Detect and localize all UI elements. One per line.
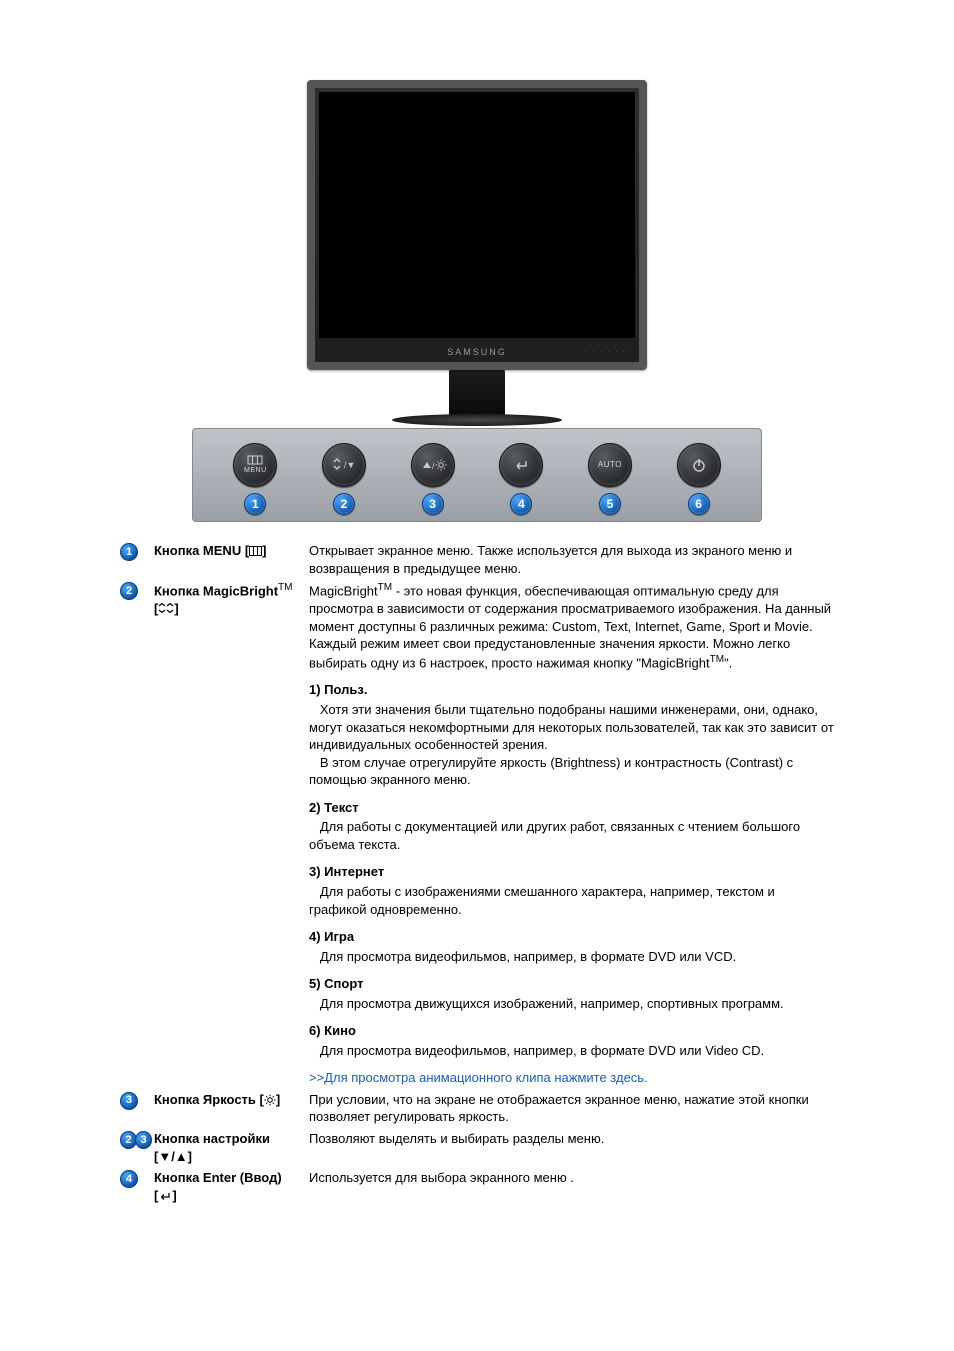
panel-num-1: 1 <box>244 493 266 515</box>
mode-1-title: 1) Польз. <box>309 681 834 699</box>
monitor-indicators: · · · · · · <box>585 348 627 356</box>
mode-5-body: Для просмотра движущихся изображений, на… <box>320 996 784 1011</box>
label-bright-text: Кнопка Яркость [ <box>154 1092 264 1107</box>
mode-3: 3) Интернет Для работы с изображениями с… <box>309 863 834 918</box>
desc-enter: Используется для выбора экранного меню . <box>309 1169 834 1187</box>
label-enter-text: Кнопка Enter (Ввод) <box>154 1170 282 1185</box>
menu-button-label: MENU <box>244 466 267 475</box>
animation-link[interactable]: >>Для просмотра анимационного клипа нажм… <box>309 1069 834 1087</box>
mb-down-button-icon: /▼ <box>322 443 366 487</box>
badge-3b: 3 <box>135 1131 152 1149</box>
label-menu-suffix: ] <box>262 543 266 558</box>
desc-menu: Открывает экранное меню. Также используе… <box>309 542 834 577</box>
desc-mb-1: MagicBright <box>309 583 378 598</box>
label-menu-text: Кнопка MENU [ <box>154 543 249 558</box>
tm-3: TM <box>710 654 724 665</box>
panel-num-3: 3 <box>422 493 444 515</box>
badge-1: 1 <box>120 543 138 561</box>
menu-button-icon: MENU <box>233 443 277 487</box>
panel-btn-up-bright: / 3 <box>403 443 463 515</box>
mode-1-body1-t: Хотя эти значения были тщательно подобра… <box>309 702 834 752</box>
row-menu: 1 Кнопка MENU [] Открывает экранное меню… <box>120 542 834 577</box>
panel-btn-power: 6 <box>669 443 729 515</box>
label-adjust-bracket: [▼/▲] <box>154 1149 192 1164</box>
mode-3-body: Для работы с изображениями смешанного ха… <box>309 884 775 917</box>
mode-4: 4) Игра Для просмотра видеофильмов, напр… <box>309 928 834 965</box>
mode-6-body: Для просмотра видеофильмов, например, в … <box>320 1043 764 1058</box>
mode-2-body: Для работы с документацией или других ра… <box>309 819 800 852</box>
panel-num-4: 4 <box>510 493 532 515</box>
mode-6-title: 6) Кино <box>309 1022 834 1040</box>
svg-text:/▼: /▼ <box>344 460 355 470</box>
label-enter-close: ] <box>172 1188 176 1203</box>
power-button-icon <box>677 443 721 487</box>
mode-2-title: 2) Текст <box>309 799 834 817</box>
mode-5-title: 5) Спорт <box>309 975 834 993</box>
panel-num-2: 2 <box>333 493 355 515</box>
panel-btn-menu: MENU 1 <box>225 443 285 515</box>
mode-4-body: Для просмотра видеофильмов, например, в … <box>320 949 736 964</box>
desc-brightness: При условии, что на экране не отображает… <box>309 1091 834 1126</box>
monitor-screen <box>319 92 635 338</box>
up-bright-button-icon: / <box>411 443 455 487</box>
label-adjust-text: Кнопка настройки <box>154 1131 270 1146</box>
panel-btn-enter: 4 <box>491 443 551 515</box>
label-brightness: Кнопка Яркость [] <box>154 1091 309 1109</box>
label-bright-suffix: ] <box>276 1092 280 1107</box>
label-mb-bracket-close: ] <box>174 601 178 616</box>
mode-4-title: 4) Игра <box>309 928 834 946</box>
desc-adjust: Позволяют выделять и выбирать разделы ме… <box>309 1130 834 1148</box>
mode-1-body2-t: В этом случае отрегулируйте яркость (Bri… <box>309 755 793 788</box>
auto-button-icon: AUTO <box>588 443 632 487</box>
enter-button-icon <box>499 443 543 487</box>
panel-btn-auto: AUTO 5 <box>580 443 640 515</box>
brightness-icon <box>264 1094 276 1106</box>
panel-num-6: 6 <box>688 493 710 515</box>
row-brightness: 3 Кнопка Яркость [] При условии, что на … <box>120 1091 834 1126</box>
badge-4: 4 <box>120 1170 138 1188</box>
badge-3: 3 <box>120 1092 138 1110</box>
monitor-frame: SAMSUNG · · · · · · <box>307 80 647 370</box>
tm-2: TM <box>378 582 392 593</box>
desc-magicbright: MagicBrightTM - это новая функция, обесп… <box>309 581 834 1087</box>
modes-list: 1) Польз. Хотя эти значения были тщатель… <box>309 681 834 1059</box>
desc-mb-3: ". <box>724 655 732 670</box>
mode-2: 2) Текст Для работы с документацией или … <box>309 799 834 854</box>
mode-3-title: 3) Интернет <box>309 863 834 881</box>
label-adjust: Кнопка настройки [▼/▲] <box>154 1130 309 1165</box>
tm-1: TM <box>278 582 292 593</box>
button-panel: MENU 1 /▼ 2 / 3 <box>192 428 762 522</box>
desc-mb-2: - это новая функция, обеспечивающая опти… <box>309 583 831 670</box>
label-enter: Кнопка Enter (Ввод) [] <box>154 1169 309 1204</box>
description-table: 1 Кнопка MENU [] Открывает экранное меню… <box>120 542 834 1204</box>
panel-num-5: 5 <box>599 493 621 515</box>
badge-2: 2 <box>120 582 138 600</box>
label-mb-prefix: Кнопка MagicBright <box>154 583 278 598</box>
monitor-illustration: SAMSUNG · · · · · · <box>120 80 834 426</box>
monitor-stand-base <box>392 414 562 426</box>
row-magicbright: 2 Кнопка MagicBrightTM [] MagicBrightTM … <box>120 581 834 1087</box>
svg-text:/: / <box>432 461 435 471</box>
auto-button-label: AUTO <box>598 460 622 471</box>
mode-5: 5) Спорт Для просмотра движущихся изобра… <box>309 975 834 1012</box>
enter-icon <box>158 1191 172 1202</box>
row-enter: 4 Кнопка Enter (Ввод) [] Используется дл… <box>120 1169 834 1204</box>
mode-6: 6) Кино Для просмотра видеофильмов, напр… <box>309 1022 834 1059</box>
panel-btn-mb: /▼ 2 <box>314 443 374 515</box>
label-magicbright: Кнопка MagicBrightTM [] <box>154 581 309 617</box>
mode-1: 1) Польз. Хотя эти значения были тщатель… <box>309 681 834 788</box>
monitor-stand-neck <box>449 368 505 418</box>
label-menu: Кнопка MENU [] <box>154 542 309 560</box>
row-adjust: 23 Кнопка настройки [▼/▲] Позволяют выде… <box>120 1130 834 1165</box>
